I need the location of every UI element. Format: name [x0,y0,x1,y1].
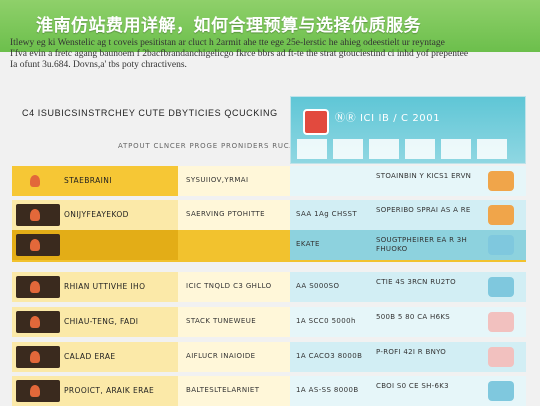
orange-box-icon [488,171,514,191]
table-row: EKATE SOUGTPHEIRER EA R 3H FHUOKO [12,230,526,262]
cell-price: 1A CACO3 8000B [296,352,363,360]
panel-label: ⓃⓇ ICI IB / C 2001 [335,113,441,124]
table-row: CHIAU-TENG, FADI STACK TUNEWEUE 1A SCC0 … [12,307,526,337]
food-thumbnail [16,234,60,256]
table-row: ONIJYFEAYEKOD SAERVING PTOHITTE SAA 1Ag … [12,200,526,230]
cell-detail: CTIE 4S 3RCN RU2TO [376,278,456,286]
intro-line: I'fva evin a fretc agang baunoem f 2bacf… [10,49,469,59]
table-row: STAEBRAINI SYSUIIOV,YRMAI STOAINBIN Y KI… [12,166,526,196]
cell-name: ONIJYFEAYEKOD [64,210,129,219]
page-title: 淮南仿站费用详解，如何合理预算与选择优质服务 [36,16,421,36]
cell-name: PROOICT, ARAIK ERAE [64,386,155,395]
info-panel: ⓃⓇ ICI IB / C 2001 [290,96,526,164]
tile-graphic [333,139,363,159]
cell-price: 1A SCC0 5000h [296,317,356,325]
cell-price: 1A AS-SS 8000B [296,386,359,394]
table-row: CALAD ERAE AIFLUCR INAIOIDE 1A CACO3 800… [12,342,526,372]
tile-graphic [405,139,435,159]
cell-detail: STOAINBIN Y KICS1 ERVN [376,172,472,180]
pink-box-icon [488,312,514,332]
intro-line: Ia ofunt 3u.684. Dovns,a' tbs poty chrac… [10,60,187,70]
table-row: PROOICT, ARAIK ERAE BALTESLTELARNIET 1A … [12,376,526,406]
food-thumbnail [16,346,60,368]
blue-box-icon [488,235,514,255]
cell-type: STACK TUNEWEUE [186,317,257,325]
food-thumbnail [16,204,60,226]
red-app-icon [303,109,329,135]
cell-price: SAA 1Ag CHSST [296,210,357,218]
cell-name: CALAD ERAE [64,352,116,361]
cell-type: SYSUIIOV,YRMAI [186,176,249,184]
food-thumbnail [16,311,60,333]
cell-name: STAEBRAINI [64,176,112,185]
cell-price: AA S000SO [296,282,340,290]
cell-detail: CBOI S0 CE SH-6K3 [376,382,449,390]
orange-box-icon [488,205,514,225]
cell-name: CHIAU-TENG, FADI [64,317,139,326]
blue-box-icon [488,381,514,401]
cell-type: AIFLUCR INAIOIDE [186,352,256,360]
tile-graphic [441,139,471,159]
tile-graphic [297,139,327,159]
cell-price: EKATE [296,240,320,248]
food-thumbnail [16,170,60,192]
intro-line: Itlewy eg ki Wenstelic ag t coveis pesit… [10,38,445,48]
cell-type: ICIC TNQLD C3 GHLLO [186,282,272,290]
pink-box-icon [488,347,514,367]
row-label-cell [12,230,178,260]
panel-tiles [291,137,525,161]
tile-graphic [369,139,399,159]
cell-detail: P-ROFI 42I R BNYO [376,348,447,356]
table-row: RHIAN UTTIVHE IHO ICIC TNQLD C3 GHLLO AA… [12,272,526,302]
food-thumbnail [16,276,60,298]
cell-name: RHIAN UTTIVHE IHO [64,282,146,291]
blue-box-icon [488,277,514,297]
food-thumbnail [16,380,60,402]
cell-type: SAERVING PTOHITTE [186,210,265,218]
cell-detail: SOUGTPHEIRER EA R 3H FHUOKO [376,236,468,253]
cell-detail: SOPERIBO SPRAI AS A RE [376,206,471,214]
cell-detail: 500B 5 80 CA H6KS [376,313,450,321]
table-heading: C4 ISUBICSINSTRCHEY CUTE DBYTICIES QCUCK… [22,108,278,118]
table-subheading: ATPOUT CLNCER PROGE PRONIDERS RUCAFTNG [118,142,318,150]
cell-type: BALTESLTELARNIET [186,386,260,394]
intro-paragraph: Itlewy eg ki Wenstelic ag t coveis pesit… [10,38,530,71]
tile-graphic [477,139,507,159]
